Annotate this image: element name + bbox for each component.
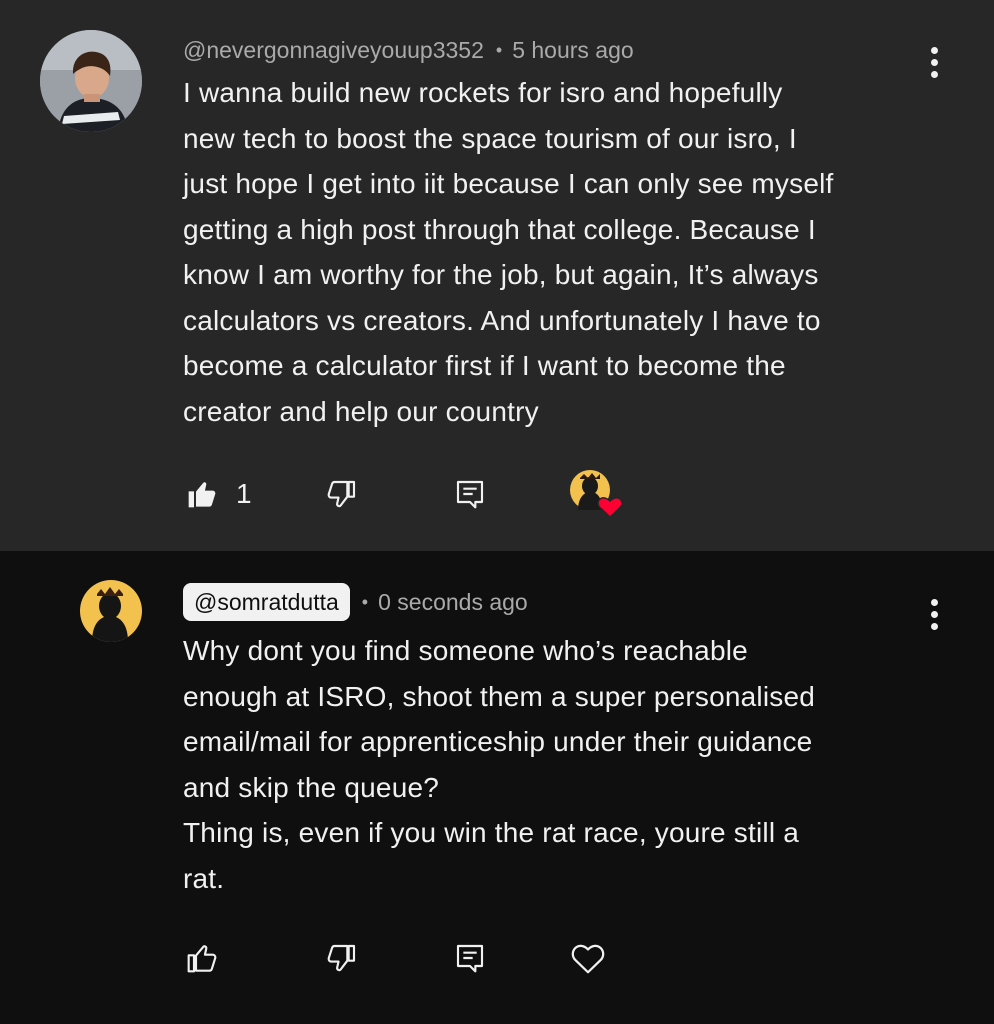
reply-icon xyxy=(456,480,484,509)
comment-1: @nevergonnagiveyouup3352 • 5 hours ago I… xyxy=(0,0,994,551)
thumbs-up-icon xyxy=(187,945,217,973)
like-button[interactable] xyxy=(186,942,326,974)
comment-meta: @somratdutta • 0 seconds ago xyxy=(183,582,528,622)
comment-line: Thing is, even if you win the rat race, … xyxy=(183,817,799,848)
comment-line: creator and help our country xyxy=(183,395,539,427)
timestamp: 5 hours ago xyxy=(512,36,634,63)
timestamp: 0 seconds ago xyxy=(378,588,528,615)
like-button[interactable]: 1 xyxy=(186,478,326,510)
creator-heart[interactable] xyxy=(570,470,626,518)
comment-line: getting a high post through that college… xyxy=(183,213,816,245)
avatar-photo xyxy=(40,30,142,132)
meta-separator: • xyxy=(495,39,503,60)
avatar[interactable] xyxy=(40,30,142,132)
comment-line: new tech to boost the space tourism of o… xyxy=(183,122,797,154)
more-vert-icon[interactable] xyxy=(930,599,938,630)
author-handle[interactable]: @nevergonnagiveyouup3352 xyxy=(183,37,484,64)
comment-actions xyxy=(186,941,606,975)
comment-line: know I am worthy for the job, but again,… xyxy=(183,259,819,290)
thumbs-up-filled-icon xyxy=(188,482,216,508)
comment-line: email/mail for apprenticeship under thei… xyxy=(183,726,813,757)
comment-2: @somratdutta • 0 seconds ago Why dont yo… xyxy=(0,551,994,1024)
author-handle-chip[interactable]: @somratdutta xyxy=(183,583,350,621)
comment-line: I wanna build new rockets for isro and h… xyxy=(183,77,783,108)
comment-line: rat. xyxy=(183,862,225,894)
comment-line: calculators vs creators. And unfortunate… xyxy=(183,304,821,336)
heart-button[interactable] xyxy=(570,941,606,975)
meta-separator: • xyxy=(361,591,369,612)
reply-button[interactable] xyxy=(454,942,570,974)
comment-text: Why dont you find someone who’s reachabl… xyxy=(183,628,943,901)
comment-actions: 1 xyxy=(186,470,626,518)
dislike-button[interactable] xyxy=(326,478,454,510)
avatar[interactable] xyxy=(80,580,142,642)
reply-icon xyxy=(456,944,484,973)
reply-button[interactable] xyxy=(454,478,570,510)
thumbs-down-icon xyxy=(327,480,356,508)
comment-line: enough at ISRO, shoot them a super perso… xyxy=(183,680,816,712)
comment-line: and skip the queue? xyxy=(183,771,440,803)
creator-heart-icon xyxy=(570,470,623,518)
comment-meta: @nevergonnagiveyouup3352 • 5 hours ago xyxy=(183,34,634,66)
like-count: 1 xyxy=(236,478,252,509)
comment-line: Why dont you find someone who’s reachabl… xyxy=(183,635,748,666)
comment-text: I wanna build new rockets for isro and h… xyxy=(183,70,943,434)
heart-outline-icon xyxy=(571,944,605,974)
comment-line: just hope I get into iit because I can o… xyxy=(183,168,834,199)
thumbs-down-icon xyxy=(327,944,356,972)
comment-line: become a calculator first if I want to b… xyxy=(183,350,786,381)
avatar-photo xyxy=(80,580,142,642)
dislike-button[interactable] xyxy=(326,942,454,974)
